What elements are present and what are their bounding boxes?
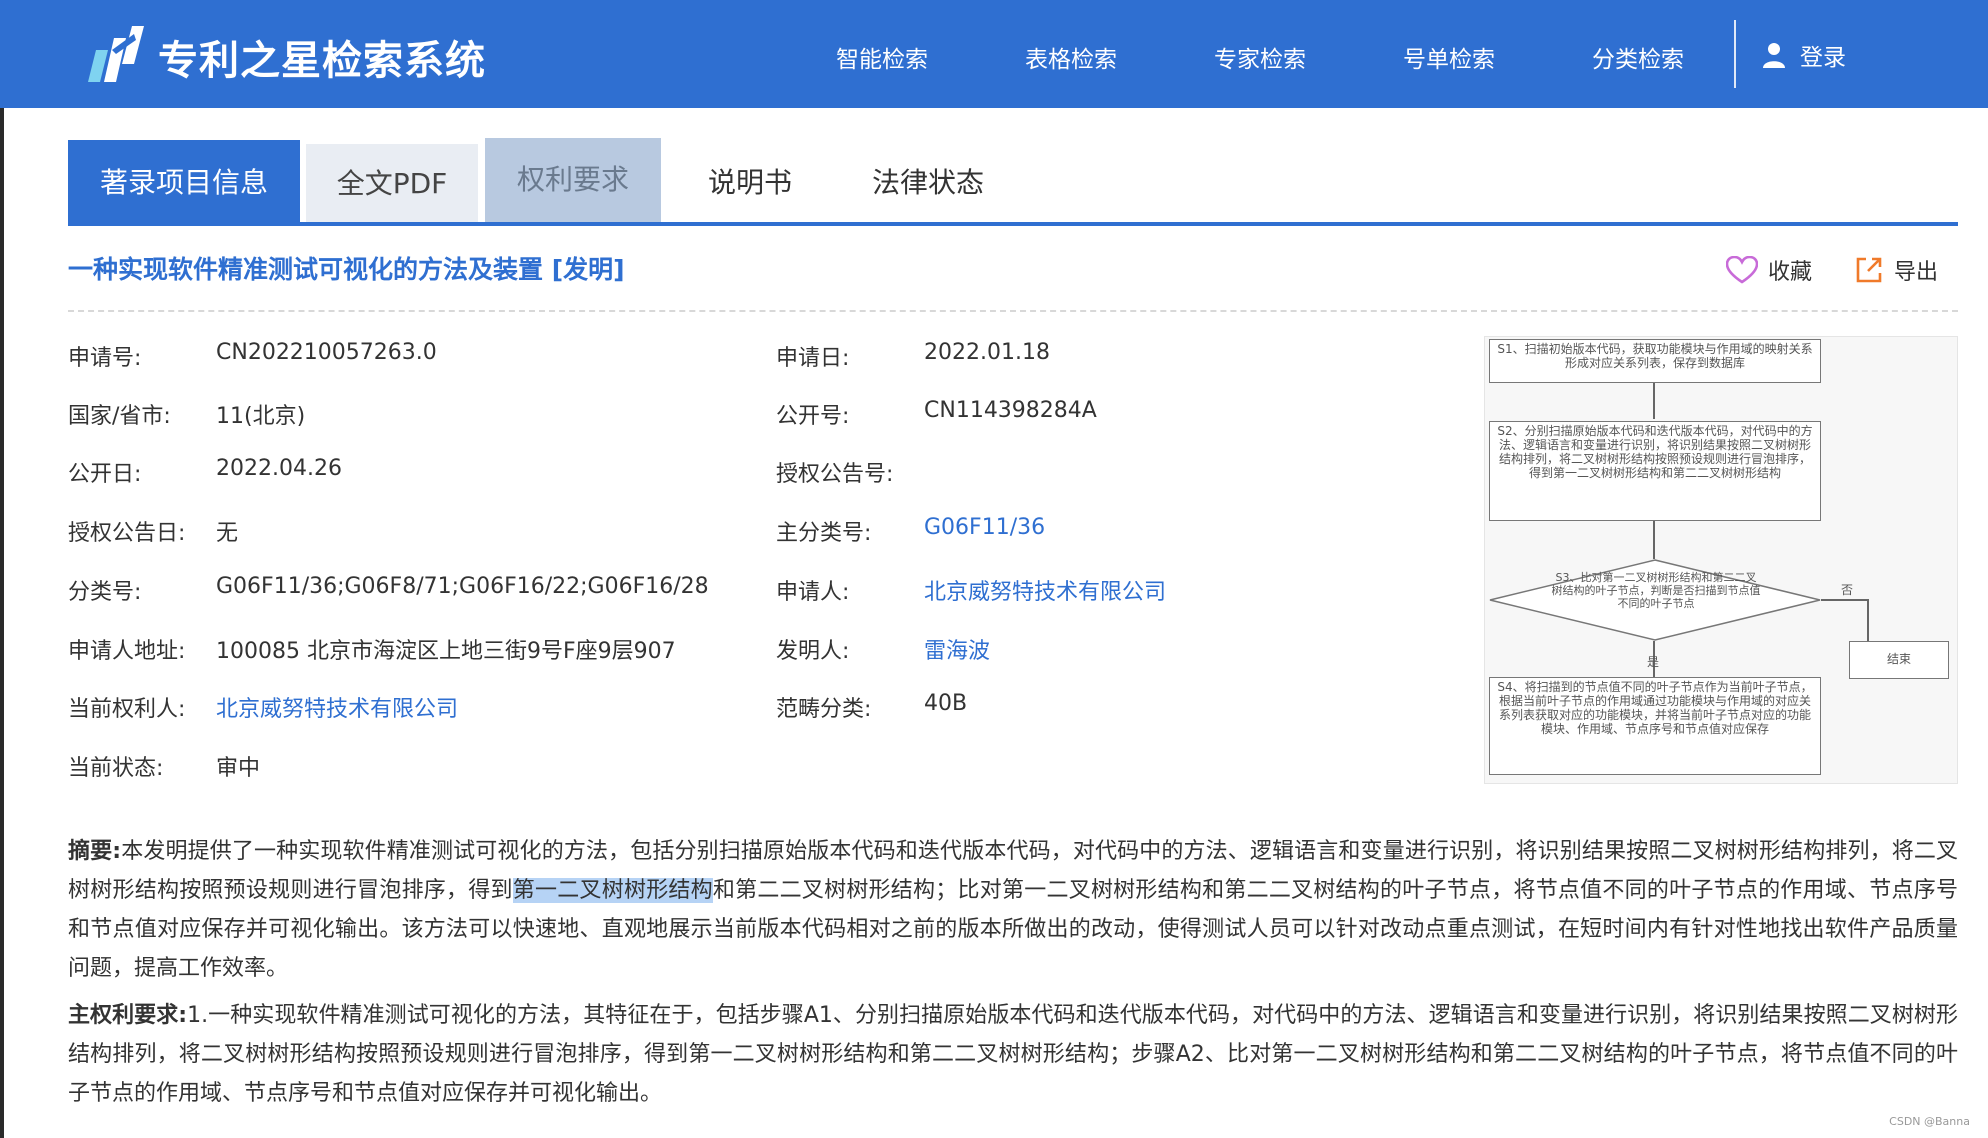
value-country: 11(北京) — [216, 404, 306, 429]
value-publication-number: CN114398284A — [924, 398, 1097, 423]
abstract: 摘要:本发明提供了一种实现软件精准测试可视化的方法，包括分别扫描原始版本代码和迭… — [68, 832, 1958, 988]
tab-underline — [68, 222, 1958, 226]
label-publication-number: 公开号: — [776, 404, 850, 429]
nav-divider — [1734, 20, 1736, 88]
flow-arrow — [1653, 521, 1655, 559]
patent-title: 一种实现软件精准测试可视化的方法及装置 [发明] — [68, 255, 625, 284]
export-label: 导出 — [1894, 260, 1939, 285]
label-applicant-address: 申请人地址: — [68, 639, 186, 664]
flow-label-no: 否 — [1841, 583, 1854, 597]
user-icon — [1763, 43, 1785, 68]
brand-title: 专利之星检索系统 — [158, 38, 486, 84]
value-current-status: 审中 — [216, 756, 261, 781]
claim-label: 主权利要求: — [68, 1003, 188, 1028]
favorite-label: 收藏 — [1768, 260, 1813, 285]
tab-legal-status[interactable]: 法律状态 — [838, 140, 1018, 222]
link-current-owner[interactable]: 北京威努特技术有限公司 — [216, 691, 458, 723]
link-main-classification[interactable]: G06F11/36 — [924, 515, 1045, 540]
flow-arrow — [1653, 383, 1655, 419]
export-button[interactable]: 导出 — [1854, 254, 1938, 286]
tab-description[interactable]: 说明书 — [668, 140, 832, 222]
flow-arrow — [1821, 599, 1867, 601]
link-applicant[interactable]: 北京威努特技术有限公司 — [924, 574, 1166, 606]
nav-class-search[interactable]: 分类检索 — [1592, 40, 1684, 74]
label-application-number: 申请号: — [68, 346, 142, 371]
main-claim: 主权利要求:1.一种实现软件精准测试可视化的方法，其特征在于，包括步骤A1、分别… — [68, 996, 1958, 1113]
label-classification: 分类号: — [68, 580, 142, 605]
label-grant-number: 授权公告号: — [776, 462, 894, 487]
label-grant-date: 授权公告日: — [68, 521, 186, 546]
nav-number-search[interactable]: 号单检索 — [1403, 40, 1495, 74]
value-application-date: 2022.01.18 — [924, 340, 1050, 365]
tab-bar: 著录项目信息 全文PDF 权利要求 说明书 法律状态 — [68, 138, 1958, 224]
flow-end: 结束 — [1849, 641, 1949, 679]
label-country: 国家/省市: — [68, 404, 171, 429]
label-publication-date: 公开日: — [68, 462, 142, 487]
label-application-date: 申请日: — [776, 346, 850, 371]
divider — [68, 310, 1958, 312]
top-header: 专利之星检索系统 智能检索 表格检索 专家检索 号单检索 分类检索 登录 — [0, 0, 1988, 108]
watermark: CSDN @Banna — [1889, 1115, 1970, 1128]
link-inventor[interactable]: 雷海波 — [924, 633, 990, 665]
abstract-label: 摘要: — [68, 839, 122, 864]
flow-step-s3: S3、比对第一二叉树树形结构和第二二叉树结构的叶子节点，判断是否扫描到节点值不同… — [1551, 571, 1761, 610]
heart-icon — [1726, 256, 1758, 284]
tab-claims[interactable]: 权利要求 — [485, 138, 661, 222]
label-scope: 范畴分类: — [776, 697, 872, 722]
tab-fulltext-pdf[interactable]: 全文PDF — [306, 144, 478, 222]
value-classification: G06F11/36;G06F8/71;G06F16/22;G06F16/28 — [216, 574, 709, 599]
nav-form-search[interactable]: 表格检索 — [1025, 40, 1117, 74]
window-edge — [0, 0, 4, 1138]
claim-text: 1.一种实现软件精准测试可视化的方法，其特征在于，包括步骤A1、分别扫描原始版本… — [68, 1003, 1958, 1106]
flow-step-s1: S1、扫描初始版本代码，获取功能模块与作用域的映射关系形成对应关系列表，保存到数… — [1489, 339, 1821, 383]
flow-step-s4: S4、将扫描到的节点值不同的叶子节点作为当前叶子节点，根据当前叶子节点的作用域通… — [1489, 677, 1821, 775]
flow-label-yes: 是 — [1647, 655, 1660, 669]
login-button[interactable]: 登录 — [1762, 38, 1846, 72]
value-grant-date: 无 — [216, 521, 239, 546]
export-icon — [1856, 257, 1882, 283]
value-publication-date: 2022.04.26 — [216, 456, 342, 481]
label-current-owner: 当前权利人: — [68, 697, 186, 722]
value-application-number: CN202210057263.0 — [216, 340, 437, 365]
flow-arrow — [1867, 599, 1869, 641]
flow-step-s2: S2、分别扫描原始版本代码和迭代版本代码，对代码中的方法、逻辑语言和变量进行识别… — [1489, 421, 1821, 521]
nav-expert-search[interactable]: 专家检索 — [1214, 40, 1306, 74]
nav-smart-search[interactable]: 智能检索 — [836, 40, 928, 74]
label-main-classification: 主分类号: — [776, 521, 872, 546]
logo-icon — [88, 26, 144, 82]
login-label: 登录 — [1800, 45, 1846, 71]
label-inventor: 发明人: — [776, 639, 850, 664]
label-applicant: 申请人: — [776, 580, 850, 605]
label-current-status: 当前状态: — [68, 756, 164, 781]
value-scope: 40B — [924, 691, 968, 716]
abstract-highlight: 第一二叉树树形结构 — [512, 878, 713, 903]
tab-bibliographic[interactable]: 著录项目信息 — [68, 140, 300, 222]
drawing-thumbnail[interactable]: S1、扫描初始版本代码，获取功能模块与作用域的映射关系形成对应关系列表，保存到数… — [1484, 336, 1958, 784]
favorite-button[interactable]: 收藏 — [1726, 254, 1812, 286]
value-applicant-address: 100085 北京市海淀区上地三街9号F座9层907 — [216, 639, 676, 664]
